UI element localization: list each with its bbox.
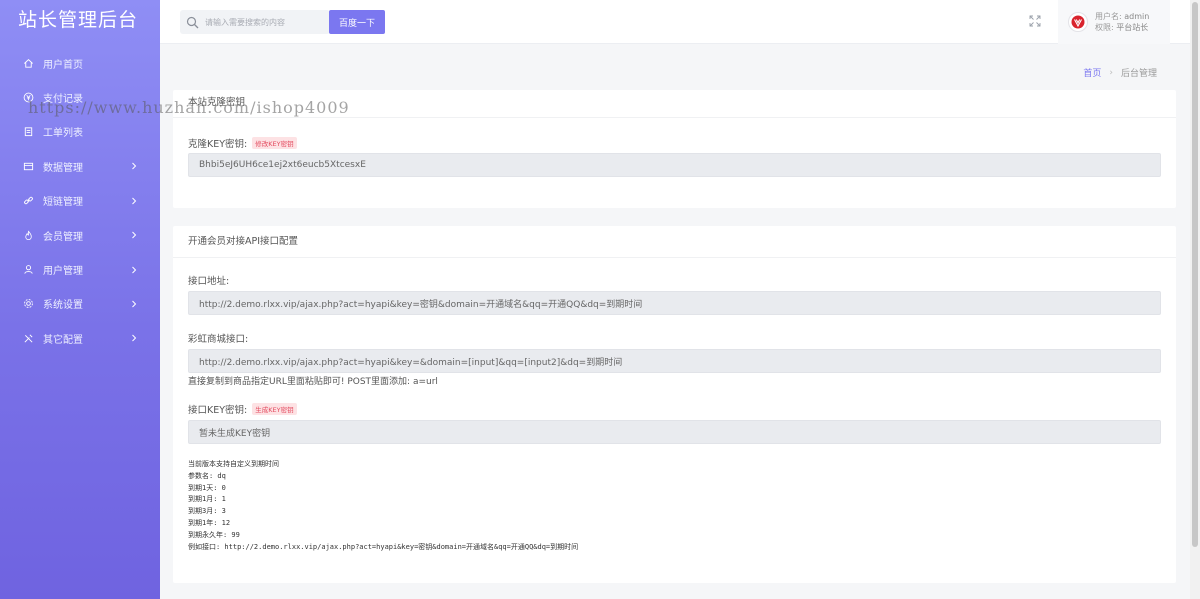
user-menu[interactable]: 用户名: admin 权限: 平台站长 xyxy=(1058,0,1170,44)
note-line: 参数名: dq xyxy=(188,471,226,480)
sidebar-item-label: 用户首页 xyxy=(43,59,83,71)
sidebar-item-label: 短链管理 xyxy=(43,197,83,209)
user-meta: 用户名: admin 权限: 平台站长 xyxy=(1095,11,1149,33)
search-button[interactable]: 百度一下 xyxy=(329,10,385,34)
gear-icon xyxy=(22,298,34,310)
sidebar-item-label: 其它配置 xyxy=(43,334,83,346)
expiry-notes: 当前版本支持自定义到期时间 参数名: dq 到期1天: 0 到期1月: 1 到期… xyxy=(188,459,578,553)
chevron-right-icon xyxy=(132,300,137,308)
chevron-right-icon xyxy=(132,266,137,273)
sidebar-item-label: 工单列表 xyxy=(43,128,83,140)
sidebar-item-other-config[interactable]: 其它配置 xyxy=(0,321,160,355)
database-icon xyxy=(22,160,34,172)
sidebar-nav: 用户首页 支付记录 工单列表 数据管理 短链管理 会员管理 用户管理 系统设置 … xyxy=(0,46,160,356)
search-input[interactable] xyxy=(205,17,325,27)
top-header: 百度一下 用户名: admin 权限: 平台站长 xyxy=(160,0,1190,44)
breadcrumb-current: 后台管理 xyxy=(1120,69,1157,79)
breadcrumb: 首页 › 后台管理 xyxy=(1083,66,1157,80)
note-line: 到期3月: 3 xyxy=(188,507,226,516)
sidebar-item-members[interactable]: 会员管理 xyxy=(0,218,160,252)
sidebar-item-data[interactable]: 数据管理 xyxy=(0,149,160,183)
sidebar-item-label: 会员管理 xyxy=(43,231,83,243)
modify-key-badge[interactable]: 修改KEY密钥 xyxy=(252,137,297,149)
brand-title: 站长管理后台 xyxy=(18,9,139,31)
breadcrumb-separator-icon: › xyxy=(1109,67,1113,78)
page-scrollbar[interactable] xyxy=(1190,0,1200,599)
shop-api-field[interactable]: http://2.demo.rlxx.vip/ajax.php?act=hyap… xyxy=(188,349,1161,373)
shop-api-hint: 直接复制到商品指定URL里面粘贴即可! POST里面添加: a=url xyxy=(188,377,438,387)
api-url-label-text: 接口地址: xyxy=(188,276,230,287)
watermark: https://www.huzhan.com/ishop4009 xyxy=(28,98,350,117)
user-icon xyxy=(22,264,34,276)
shop-api-label: 彩虹商城接口: xyxy=(188,331,248,345)
search-icon xyxy=(186,16,199,28)
sidebar-item-label: 数据管理 xyxy=(43,162,83,174)
api-url-field[interactable]: http://2.demo.rlxx.vip/ajax.php?act=hyap… xyxy=(188,291,1161,315)
note-line: 到期1年: 12 xyxy=(188,518,231,527)
api-key-field[interactable]: 暂未生成KEY密钥 xyxy=(188,420,1161,444)
sidebar-item-settings[interactable]: 系统设置 xyxy=(0,287,160,321)
user-role: 平台站长 xyxy=(1116,23,1149,32)
link-icon xyxy=(22,195,34,207)
shop-api-label-text: 彩虹商城接口: xyxy=(188,334,249,345)
api-key-label: 接口KEY密钥: xyxy=(188,405,248,416)
clone-key-field[interactable]: Bhbi5eJ6UH6ce1ej2xt6eucb5XtcesxE xyxy=(188,153,1161,177)
clipboard-icon xyxy=(22,126,34,138)
brand-logo-icon xyxy=(1071,15,1085,29)
user-role-label: 权限: xyxy=(1095,23,1114,32)
sidebar-item-home[interactable]: 用户首页 xyxy=(0,46,160,80)
chevron-right-icon xyxy=(132,197,137,205)
sidebar: 站长管理后台 用户首页 支付记录 工单列表 数据管理 短链管理 会员管理 用户管… xyxy=(0,0,160,599)
note-line: 到期1月: 1 xyxy=(188,495,226,504)
api-key-label-row: 接口KEY密钥: 生成KEY密钥 xyxy=(188,402,297,416)
generate-key-badge[interactable]: 生成KEY密钥 xyxy=(252,403,297,415)
search-box xyxy=(180,10,330,34)
sidebar-item-users[interactable]: 用户管理 xyxy=(0,252,160,286)
api-config-card: 开通会员对接API接口配置 接口地址: http://2.demo.rlxx.v… xyxy=(173,226,1176,583)
home-icon xyxy=(22,57,34,69)
card-title: 开通会员对接API接口配置 xyxy=(173,226,1176,258)
user-role-line: 权限: 平台站长 xyxy=(1095,22,1149,33)
note-line: 到期永久年: 99 xyxy=(188,530,240,539)
sidebar-item-label: 系统设置 xyxy=(43,300,83,312)
breadcrumb-home[interactable]: 首页 xyxy=(1083,66,1101,79)
clone-key-label: 克隆KEY密钥: xyxy=(188,139,248,150)
chevron-right-icon xyxy=(132,163,137,170)
sidebar-item-label: 用户管理 xyxy=(43,266,83,278)
api-url-label: 接口地址: xyxy=(188,273,229,287)
chevron-right-icon xyxy=(132,231,137,239)
clone-key-label-row: 克隆KEY密钥: 修改KEY密钥 xyxy=(188,136,297,150)
scrollbar-thumb[interactable] xyxy=(1192,2,1198,547)
avatar xyxy=(1068,12,1088,32)
user-name-line: 用户名: admin xyxy=(1095,11,1149,22)
note-line: 当前版本支持自定义到期时间 xyxy=(188,460,279,468)
note-line: 例如接口: http://2.demo.rlxx.vip/ajax.php?ac… xyxy=(188,542,579,551)
chevron-right-icon xyxy=(132,334,137,342)
note-line: 到期1天: 0 xyxy=(188,483,226,492)
user-name-label: 用户名: xyxy=(1095,12,1122,21)
user-name: admin xyxy=(1124,12,1150,21)
tools-icon xyxy=(22,332,34,344)
sidebar-item-tickets[interactable]: 工单列表 xyxy=(0,115,160,149)
sidebar-item-shortlinks[interactable]: 短链管理 xyxy=(0,184,160,218)
fire-icon xyxy=(22,229,34,241)
fullscreen-icon[interactable] xyxy=(1029,15,1041,27)
